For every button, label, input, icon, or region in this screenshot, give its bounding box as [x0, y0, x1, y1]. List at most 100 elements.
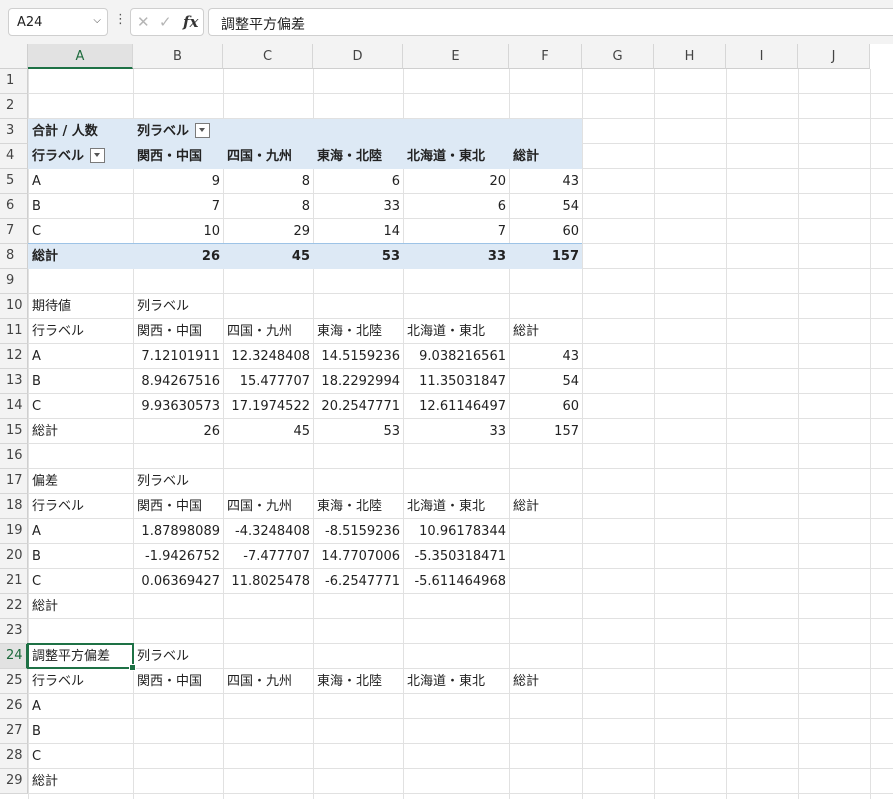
expected-row-label[interactable]: A: [28, 344, 133, 369]
row-header-28[interactable]: 28: [0, 744, 28, 769]
pivot-value[interactable]: 10: [133, 219, 223, 244]
pivot-value[interactable]: 33: [313, 194, 403, 219]
spreadsheet-grid[interactable]: A B C D E F G H I J 1 2 3 4 5 6 7 8 9 10 11 12 13 14 15 16 17 18 19 2…: [0, 44, 893, 799]
deviation-value[interactable]: -5.350318471: [403, 544, 509, 569]
pivot-header[interactable]: 東海・北陸: [313, 144, 403, 169]
row-header-23[interactable]: 23: [0, 619, 28, 644]
deviation-header[interactable]: 東海・北陸: [313, 494, 403, 519]
deviation-value[interactable]: 1.87898089: [133, 519, 223, 544]
row-header-19[interactable]: 19: [0, 519, 28, 544]
expected-total[interactable]: 33: [403, 419, 509, 444]
pivot-value[interactable]: 7: [133, 194, 223, 219]
pivot-value[interactable]: 54: [509, 194, 582, 219]
pivot-grand-total-label[interactable]: 総計: [28, 244, 133, 269]
expected-value[interactable]: 12.3248408: [223, 344, 313, 369]
expected-value[interactable]: 9.038216561: [403, 344, 509, 369]
pivot-value[interactable]: 43: [509, 169, 582, 194]
row-header-5[interactable]: 5: [0, 169, 28, 194]
pivot-value[interactable]: 8: [223, 194, 313, 219]
row-header-8[interactable]: 8: [0, 244, 28, 269]
expected-value[interactable]: 43: [509, 344, 582, 369]
insert-function-icon[interactable]: fx: [183, 13, 198, 31]
deviation-total-label[interactable]: 総計: [28, 594, 133, 619]
deviation-header[interactable]: 関西・中国: [133, 494, 223, 519]
row-header-7[interactable]: 7: [0, 219, 28, 244]
row-header-15[interactable]: 15: [0, 419, 28, 444]
adjusted-row-label[interactable]: C: [28, 744, 133, 769]
deviation-row-label[interactable]: B: [28, 544, 133, 569]
pivot-column-labels[interactable]: 列ラベル: [133, 119, 223, 144]
pivot-header[interactable]: 北海道・東北: [403, 144, 509, 169]
pivot-value[interactable]: 29: [223, 219, 313, 244]
pivot-row-label[interactable]: A: [28, 169, 133, 194]
row-header-1[interactable]: 1: [0, 69, 28, 94]
expected-value[interactable]: 12.61146497: [403, 394, 509, 419]
expected-value[interactable]: 54: [509, 369, 582, 394]
column-header-j[interactable]: J: [798, 44, 870, 69]
expected-header[interactable]: 東海・北陸: [313, 319, 403, 344]
deviation-title[interactable]: 偏差: [28, 469, 133, 494]
expected-row-labels[interactable]: 行ラベル: [28, 319, 133, 344]
pivot-header[interactable]: 関西・中国: [133, 144, 223, 169]
row-header-21[interactable]: 21: [0, 569, 28, 594]
deviation-value[interactable]: -6.2547771: [313, 569, 403, 594]
expected-row-label[interactable]: C: [28, 394, 133, 419]
column-header-d[interactable]: D: [313, 44, 403, 69]
column-header-f[interactable]: F: [509, 44, 582, 69]
deviation-value[interactable]: -1.9426752: [133, 544, 223, 569]
row-header-11[interactable]: 11: [0, 319, 28, 344]
column-header-h[interactable]: H: [654, 44, 726, 69]
cancel-icon[interactable]: ✕: [137, 13, 150, 31]
expected-total[interactable]: 157: [509, 419, 582, 444]
pivot-value[interactable]: 20: [403, 169, 509, 194]
pivot-grand-total[interactable]: 157: [509, 244, 582, 269]
adjusted-row-labels[interactable]: 行ラベル: [28, 669, 133, 694]
row-header-4[interactable]: 4: [0, 144, 28, 169]
row-header-9[interactable]: 9: [0, 269, 28, 294]
deviation-row-label[interactable]: A: [28, 519, 133, 544]
deviation-value[interactable]: -7.477707: [223, 544, 313, 569]
expected-value[interactable]: 20.2547771: [313, 394, 403, 419]
row-header-16[interactable]: 16: [0, 444, 28, 469]
chevron-down-icon[interactable]: ⌵: [93, 15, 101, 26]
enter-icon[interactable]: ✓: [159, 13, 172, 31]
pivot-value[interactable]: 7: [403, 219, 509, 244]
filter-dropdown-icon[interactable]: [195, 123, 211, 138]
pivot-value[interactable]: 6: [313, 169, 403, 194]
expected-header[interactable]: 総計: [509, 319, 582, 344]
adjusted-header[interactable]: 総計: [509, 669, 582, 694]
column-header-a[interactable]: A: [28, 44, 133, 69]
expected-value[interactable]: 17.1974522: [223, 394, 313, 419]
row-header-18[interactable]: 18: [0, 494, 28, 519]
deviation-value[interactable]: 0.06369427: [133, 569, 223, 594]
adjusted-total-label[interactable]: 総計: [28, 769, 133, 794]
row-header-14[interactable]: 14: [0, 394, 28, 419]
filter-dropdown-icon[interactable]: [90, 148, 106, 163]
expected-total-label[interactable]: 総計: [28, 419, 133, 444]
expected-value[interactable]: 7.12101911: [133, 344, 223, 369]
expected-title[interactable]: 期待値: [28, 294, 133, 319]
deviation-value[interactable]: -4.3248408: [223, 519, 313, 544]
row-header-10[interactable]: 10: [0, 294, 28, 319]
deviation-value[interactable]: 14.7707006: [313, 544, 403, 569]
pivot-value[interactable]: 14: [313, 219, 403, 244]
expected-total[interactable]: 26: [133, 419, 223, 444]
row-header-6[interactable]: 6: [0, 194, 28, 219]
formula-input[interactable]: 調整平方偏差: [208, 8, 893, 36]
row-header-13[interactable]: 13: [0, 369, 28, 394]
pivot-header[interactable]: 総計: [509, 144, 582, 169]
row-header-29[interactable]: 29: [0, 769, 28, 794]
pivot-grand-total[interactable]: 45: [223, 244, 313, 269]
pivot-row-labels[interactable]: 行ラベル: [28, 144, 133, 169]
deviation-value[interactable]: -5.611464968: [403, 569, 509, 594]
expected-row-label[interactable]: B: [28, 369, 133, 394]
pivot-value[interactable]: 8: [223, 169, 313, 194]
pivot-value[interactable]: 6: [403, 194, 509, 219]
adjusted-column-labels[interactable]: 列ラベル: [133, 644, 223, 669]
adjusted-row-label[interactable]: A: [28, 694, 133, 719]
deviation-value[interactable]: -8.5159236: [313, 519, 403, 544]
pivot-row-label[interactable]: C: [28, 219, 133, 244]
pivot-row-label[interactable]: B: [28, 194, 133, 219]
row-header-2[interactable]: 2: [0, 94, 28, 119]
column-header-g[interactable]: G: [582, 44, 654, 69]
